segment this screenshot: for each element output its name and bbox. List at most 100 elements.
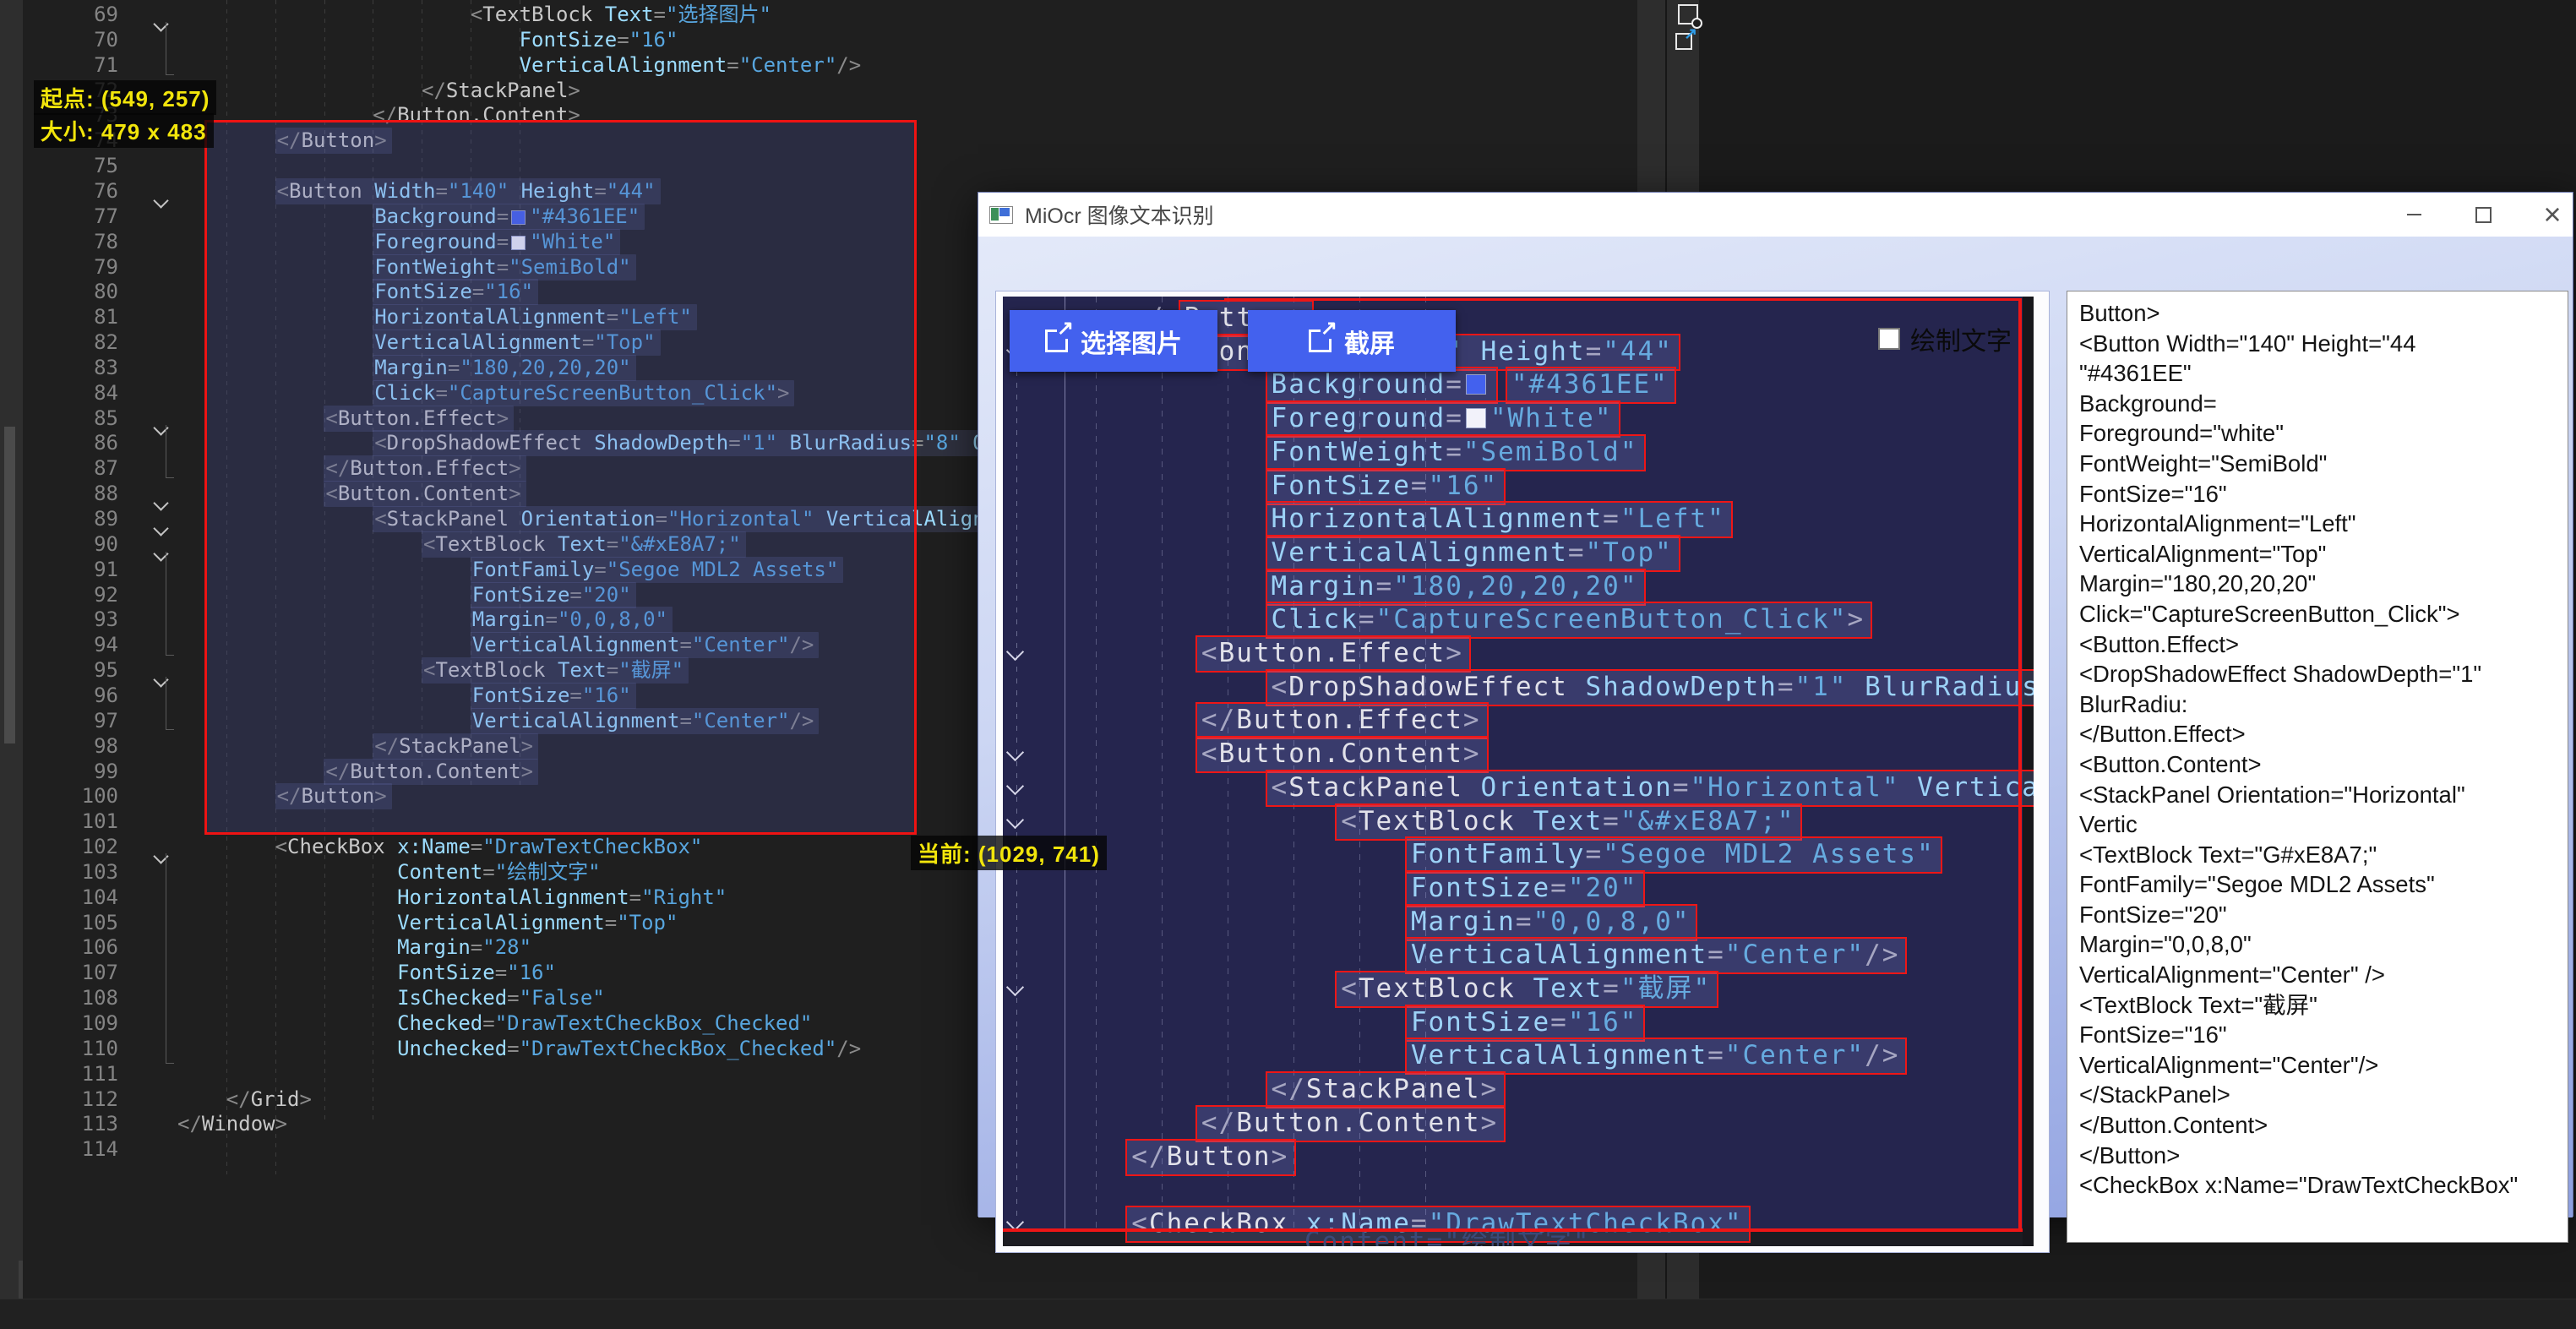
line-number: 80	[23, 279, 118, 304]
checkbox-box[interactable]	[1878, 328, 1900, 350]
ocr-image-line: FontWeight="SemiBold"	[1003, 434, 2034, 468]
line-number: 76	[23, 178, 118, 204]
line-number: 108	[23, 985, 118, 1010]
screenshot-button[interactable]: ↗ 截屏	[1248, 310, 1456, 372]
ocr-image-line: FontSize="16"	[1003, 1005, 2034, 1038]
line-number: 86	[23, 430, 118, 455]
line-number: 87	[23, 455, 118, 481]
line-number: 102	[23, 834, 118, 859]
ocr-result-line: <TextBlock Text="截屏"	[2079, 990, 2561, 1021]
line-number: 71	[23, 52, 118, 78]
ocr-result-line: </Button.Content>	[2079, 1110, 2561, 1141]
ocr-token-box: </Button.Effect>	[1195, 702, 1489, 739]
line-number: 85	[23, 406, 118, 431]
line-number: 114	[23, 1136, 118, 1162]
ocr-token-box: <StackPanel Orientation="Horizontal" Ver…	[1266, 770, 2034, 807]
line-number: 105	[23, 910, 118, 935]
ocr-image-line: </Button>	[1003, 1139, 2034, 1173]
ocr-image-line: <StackPanel Orientation="Horizontal" Ver…	[1003, 770, 2034, 803]
ocr-result-line: </Button.Effect>	[2079, 719, 2561, 749]
ocr-result-line: Foreground="white"	[2079, 418, 2561, 449]
line-number: 78	[23, 229, 118, 254]
ocr-image-line: Margin="0,0,8,0"	[1003, 904, 2034, 938]
ocr-token-box: Margin="180,20,20,20"	[1266, 569, 1646, 606]
ocr-image-line: VerticalAlignment="Center"/>	[1003, 1038, 2034, 1071]
capture-current-label: 当前: (1029, 741)	[911, 836, 1107, 870]
ocr-result-line: Margin="180,20,20,20"	[2079, 569, 2561, 599]
close-button[interactable]: ×	[2526, 193, 2576, 237]
ocr-result-line: <DropShadowEffect ShadowDepth="1"	[2079, 659, 2561, 689]
ocr-result-line: Click="CaptureScreenButton_Click">	[2079, 599, 2561, 629]
ocr-image-line: FontSize="20"	[1003, 870, 2034, 904]
capture-origin-label: 起点: (549, 257)	[34, 80, 216, 115]
ocr-image-line: Foreground="White"	[1003, 400, 2034, 434]
editor-scrollbar-thumb[interactable]	[4, 427, 15, 743]
ocr-token-box: Background=	[1266, 367, 1498, 404]
ocr-result-line: FontSize="20"	[2079, 900, 2561, 930]
fold-chevron-icon	[1006, 643, 1024, 661]
ocr-image-line: FontSize="16"	[1003, 468, 2034, 502]
image-control: </Button><Button Width="140" Height="44"…	[995, 291, 2050, 1253]
fold-guide	[166, 22, 174, 75]
fold-chevron-icon	[1006, 743, 1024, 761]
ocr-image-line	[1003, 1172, 2034, 1206]
editor-line-70: 70FontSize="16"	[23, 27, 1637, 52]
code-text: </StackPanel>	[177, 78, 1637, 103]
maximize-button[interactable]	[2457, 193, 2509, 237]
fold-chevron-icon	[1006, 777, 1024, 795]
ocr-token-box: FontWeight="SemiBold"	[1266, 434, 1646, 471]
ocr-result-line: </Button>	[2079, 1141, 2561, 1171]
ocr-image-line: VerticalAlignment="Center"/>	[1003, 937, 2034, 971]
capture-selection-rect	[204, 120, 917, 835]
ocr-token-box: VerticalAlignment="Center"/>	[1405, 1038, 1908, 1075]
ocr-token-box: FontSize="16"	[1266, 468, 1506, 505]
draw-text-checkbox[interactable]: 绘制文字	[1878, 320, 2012, 357]
ocr-image-view[interactable]: </Button><Button Width="140" Height="44"…	[1003, 297, 2034, 1246]
line-number: 107	[23, 960, 118, 985]
external-link-icon: ↗	[1045, 330, 1068, 352]
ocr-result-line: <CheckBox x:Name="DrawTextCheckBox"	[2079, 1170, 2561, 1201]
line-number: 77	[23, 204, 118, 229]
ocr-result-line: <Button Width="140" Height="44	[2079, 329, 2561, 359]
ocr-token-box: "#4361EE"	[1506, 367, 1676, 404]
titlebar[interactable]: MiOcr 图像文本识别 ×	[978, 193, 2573, 237]
ocr-result-line: BlurRadiu:	[2079, 689, 2561, 720]
ocr-image-line: </StackPanel>	[1003, 1071, 2034, 1105]
external-capture-icon[interactable]: ↗	[1675, 33, 1692, 50]
minimize-button[interactable]	[2388, 193, 2440, 237]
ocr-result-line: Background=	[2079, 389, 2561, 419]
ocr-region-frame-right	[2018, 298, 2022, 1232]
line-number: 100	[23, 783, 118, 809]
ocr-token-box: FontSize="16"	[1405, 1005, 1646, 1042]
line-number: 99	[23, 759, 118, 784]
editor-line-69: 69<TextBlock Text="选择图片"	[23, 2, 1637, 27]
ocr-result-line: HorizontalAlignment="Left"	[2079, 509, 2561, 539]
ocr-result-textbox[interactable]: Button><Button Width="140" Height="44"#4…	[2067, 291, 2568, 1243]
ocr-token-box: VerticalAlignment="Center"/>	[1405, 937, 1908, 974]
editor-line-71: 71 VerticalAlignment="Center"/>	[23, 52, 1637, 78]
line-number: 101	[23, 809, 118, 834]
line-number: 104	[23, 885, 118, 910]
line-number: 106	[23, 934, 118, 960]
code-text: VerticalAlignment="Center"/>	[177, 52, 1637, 78]
window-title: MiOcr 图像文本识别	[1025, 199, 1214, 230]
line-number: 98	[23, 733, 118, 759]
code-text: <TextBlock Text="选择图片"	[177, 2, 1637, 27]
line-number: 79	[23, 254, 118, 280]
snip-region-icon[interactable]	[1678, 4, 1698, 25]
line-number: 90	[23, 531, 118, 557]
ocr-token-box: <Button.Content>	[1195, 736, 1489, 773]
line-number: 84	[23, 380, 118, 406]
ocr-image-line: <Button.Effect>	[1003, 635, 2034, 669]
line-number: 89	[23, 506, 118, 531]
ocr-region-frame-top	[1224, 298, 2021, 301]
arrow-ne-icon: ↗	[1684, 25, 1697, 44]
line-number: 91	[23, 557, 118, 582]
line-number: 96	[23, 683, 118, 708]
code-text: FontSize="16"	[177, 27, 1637, 52]
pick-image-button[interactable]: ↗ 选择图片	[1010, 310, 1217, 372]
line-number: 109	[23, 1010, 118, 1036]
line-number: 95	[23, 657, 118, 683]
miocr-window: MiOcr 图像文本识别 × </Button> <Button Width="1…	[978, 192, 2573, 1217]
ocr-token-box: FontFamily="Segoe MDL2 Assets"	[1405, 836, 1942, 874]
